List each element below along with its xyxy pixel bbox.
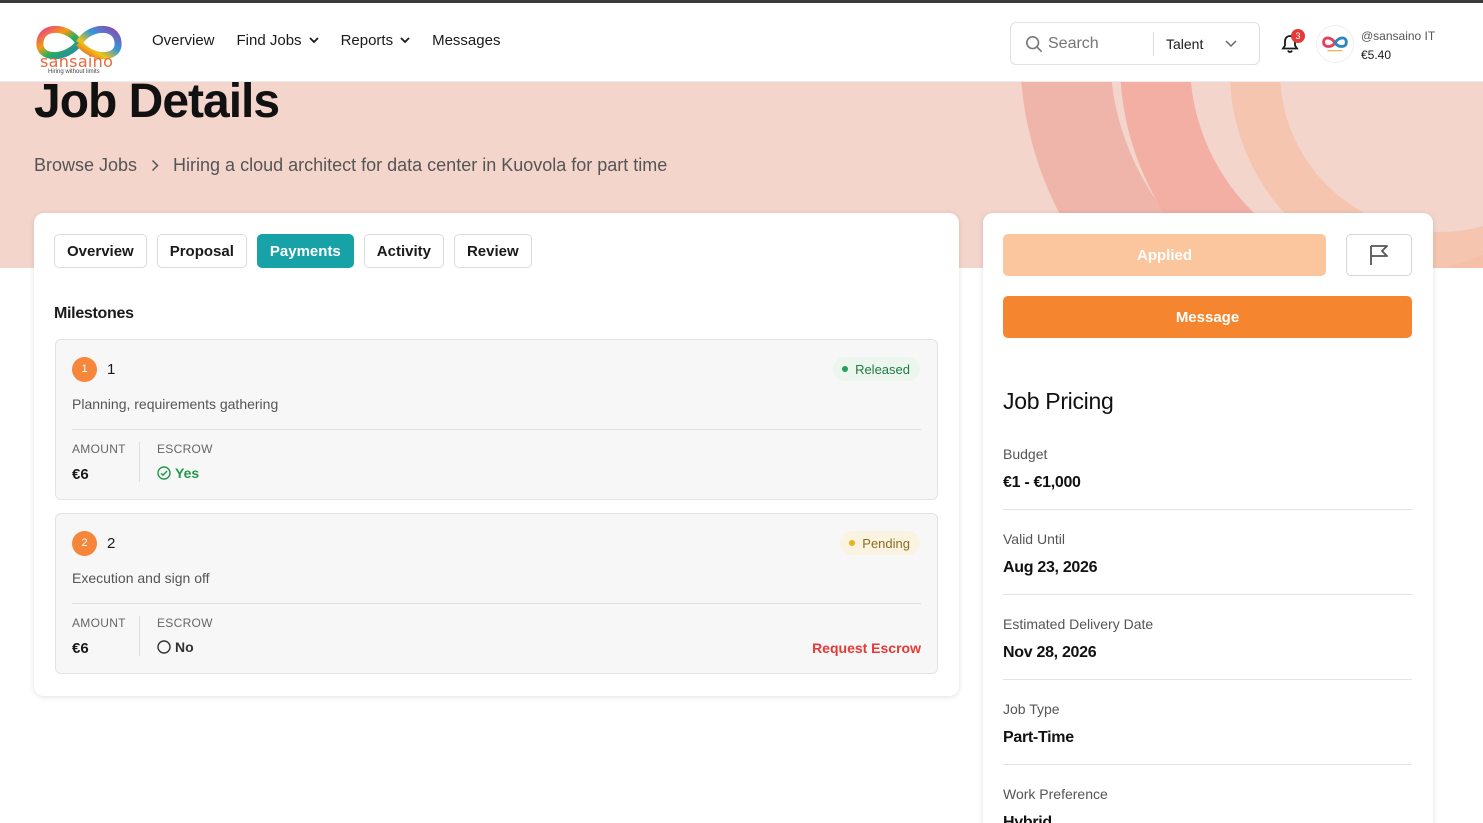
empty-circle-icon — [157, 640, 171, 654]
milestone-title: 2 — [107, 535, 116, 552]
milestone-number-badge: 2 — [72, 531, 97, 556]
tab-activity[interactable]: Activity — [363, 234, 444, 268]
pricing-value: Hybrid — [1003, 814, 1052, 823]
status-label: Pending — [862, 535, 910, 551]
pricing-label: Budget — [1003, 446, 1048, 462]
pricing-divider — [1003, 509, 1412, 510]
pricing-label: Estimated Delivery Date — [1003, 616, 1154, 632]
amount-label: AMOUNT — [72, 616, 126, 630]
pricing-value: Part-Time — [1003, 729, 1074, 746]
search-icon — [1025, 35, 1043, 52]
tab-overview[interactable]: Overview — [54, 234, 147, 268]
chevron-down-icon — [400, 37, 410, 44]
role-select[interactable]: Talent — [1166, 36, 1203, 52]
pricing-divider — [1003, 764, 1412, 765]
milestone-title: 1 — [107, 361, 116, 378]
pricing-row-job-type: Job Type Part-Time — [1003, 701, 1412, 765]
status-dot-icon — [849, 540, 856, 546]
pricing-row-delivery-date: Estimated Delivery Date Nov 28, 2026 — [1003, 616, 1412, 680]
pricing-row-budget: Budget €1 - €1,000 — [1003, 446, 1412, 510]
pricing-value: Aug 23, 2026 — [1003, 559, 1098, 576]
nav-label: Overview — [152, 32, 215, 49]
milestone-divider — [72, 603, 921, 604]
user-handle[interactable]: @sansaino IT — [1361, 29, 1435, 43]
report-flag-button[interactable] — [1346, 234, 1412, 276]
nav-overview[interactable]: Overview — [152, 32, 215, 49]
status-dot-icon — [842, 366, 849, 372]
milestone-description: Planning, requirements gathering — [72, 396, 279, 412]
search-divider — [1153, 31, 1154, 56]
applied-button[interactable]: Applied — [1003, 234, 1326, 276]
flag-icon — [1370, 245, 1388, 265]
pricing-label: Work Preference — [1003, 786, 1108, 802]
job-details-card: Overview Proposal Payments Activity Revi… — [34, 213, 959, 696]
amount-label: AMOUNT — [72, 442, 126, 456]
milestone-item: 1 1 Released Planning, requirements gath… — [55, 339, 938, 500]
pricing-label: Job Type — [1003, 701, 1060, 717]
notification-badge: 3 — [1291, 29, 1305, 43]
pricing-divider — [1003, 594, 1412, 595]
pricing-label: Valid Until — [1003, 531, 1065, 547]
escrow-label: ESCROW — [157, 616, 213, 630]
pricing-divider — [1003, 679, 1412, 680]
breadcrumb-current: Hiring a cloud architect for data center… — [173, 155, 668, 175]
pricing-value: Nov 28, 2026 — [1003, 644, 1097, 661]
top-navbar: sansaino Hiring without limits Overview … — [0, 3, 1483, 82]
nav-label: Reports — [340, 32, 394, 49]
message-button[interactable]: Message — [1003, 296, 1412, 338]
milestone-description: Execution and sign off — [72, 570, 210, 586]
chevron-down-icon — [308, 37, 319, 44]
status-badge: Released — [833, 357, 920, 381]
tab-payments[interactable]: Payments — [256, 234, 354, 268]
escrow-value-label: No — [175, 639, 194, 655]
pricing-row-work-preference: Work Preference Hybrid — [1003, 786, 1412, 823]
milestone-number-badge: 1 — [72, 357, 97, 382]
status-label: Released — [855, 361, 910, 377]
chevron-down-icon[interactable] — [1225, 39, 1237, 48]
nav-label: Find Jobs — [236, 32, 302, 49]
nav-reports[interactable]: Reports — [341, 32, 411, 49]
avatar[interactable] — [1316, 25, 1354, 63]
job-pricing-card: Applied Message Job Pricing Budget €1 - … — [983, 213, 1433, 823]
escrow-value: Yes — [157, 465, 199, 481]
milestone-divider — [72, 429, 921, 430]
breadcrumb: Browse Jobs Hiring a cloud architect for… — [34, 155, 667, 176]
milestones-heading: Milestones — [54, 305, 134, 322]
milestone-item: 2 2 Pending Execution and sign off AMOUN… — [55, 513, 938, 674]
request-escrow-button[interactable]: Request Escrow — [812, 640, 921, 656]
amount-value: €6 — [72, 640, 89, 657]
nav-find-jobs[interactable]: Find Jobs — [237, 32, 319, 49]
pricing-value: €1 - €1,000 — [1003, 474, 1081, 491]
page-title: Job Details — [34, 75, 280, 128]
escrow-label: ESCROW — [157, 442, 213, 456]
nav-label: Messages — [432, 32, 501, 49]
tab-proposal[interactable]: Proposal — [156, 234, 247, 268]
chevron-right-icon — [152, 159, 159, 172]
search-box: Talent — [1010, 22, 1260, 65]
job-pricing-heading: Job Pricing — [1003, 388, 1114, 414]
pricing-row-valid-until: Valid Until Aug 23, 2026 — [1003, 531, 1412, 595]
tab-review[interactable]: Review — [453, 234, 532, 268]
tab-bar: Overview Proposal Payments Activity Revi… — [54, 234, 542, 268]
main-nav: Overview Find Jobs Reports Messages — [152, 32, 522, 49]
breadcrumb-root[interactable]: Browse Jobs — [34, 155, 137, 176]
search-input[interactable] — [1048, 34, 1153, 53]
escrow-value-label: Yes — [175, 465, 200, 481]
check-circle-icon — [157, 466, 171, 480]
brand-tagline: Hiring without limits — [48, 69, 100, 75]
status-badge: Pending — [840, 531, 920, 555]
nav-messages[interactable]: Messages — [432, 32, 500, 49]
amount-value: €6 — [72, 466, 89, 483]
escrow-value: No — [157, 639, 194, 655]
field-divider — [139, 442, 140, 482]
field-divider — [139, 616, 140, 656]
user-balance: €5.40 — [1361, 48, 1392, 62]
